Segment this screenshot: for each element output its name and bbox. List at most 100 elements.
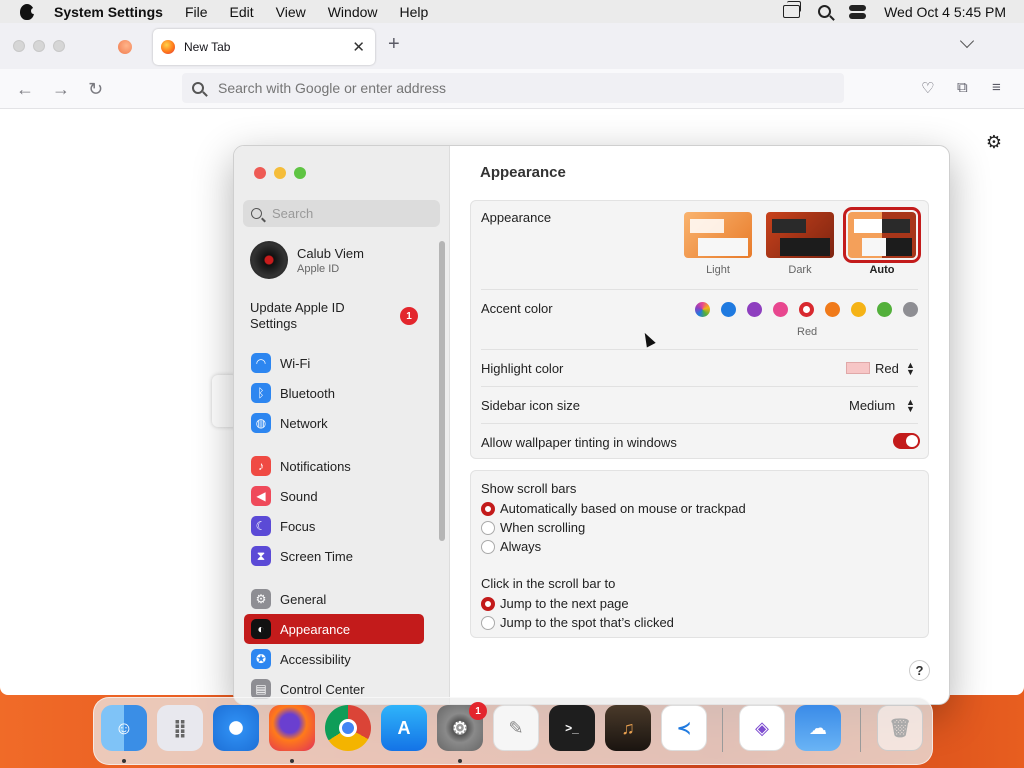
dock-firefox-icon[interactable] <box>269 705 315 751</box>
sidebar-item-notifications[interactable]: ♪ Notifications <box>244 451 424 481</box>
browser-close-button[interactable] <box>13 40 25 52</box>
highlight-color-label: Highlight color <box>481 361 564 376</box>
accent-orange-swatch[interactable] <box>825 302 840 317</box>
back-icon[interactable]: ← <box>16 79 34 100</box>
new-tab-icon[interactable]: + <box>388 33 400 56</box>
window-close-button[interactable] <box>254 167 266 179</box>
wallpaper-tint-toggle[interactable] <box>893 433 920 449</box>
menu-view[interactable]: View <box>276 4 306 20</box>
dock-visual-studio-icon[interactable]: ◈ <box>739 705 785 751</box>
dock-running-indicator <box>122 759 126 763</box>
sidebar-item-label: Network <box>280 415 328 431</box>
sidebar-item-accessibility[interactable]: ✪ Accessibility <box>244 644 424 674</box>
extensions-icon[interactable]: ⧉ <box>957 79 968 96</box>
accent-purple-swatch[interactable] <box>747 302 762 317</box>
menu-file[interactable]: File <box>185 4 208 20</box>
dock-safari-icon[interactable]: ✦ <box>213 705 259 751</box>
highlight-value[interactable]: Red <box>875 361 899 376</box>
menu-help[interactable]: Help <box>400 4 429 20</box>
page-settings-gear-icon[interactable]: ⚙ <box>986 132 1002 153</box>
radio-jump-to-spot-label[interactable]: Jump to the spot that’s clicked <box>500 615 674 630</box>
stage-manager-icon[interactable] <box>783 1 802 18</box>
sidebar-item-screen-time[interactable]: ⧗ Screen Time <box>244 541 424 571</box>
dock-launchpad-icon[interactable]: ⣿ <box>157 705 203 751</box>
appearance-light-thumbnail[interactable] <box>684 212 752 258</box>
accent-selected-name: Red <box>797 326 818 338</box>
list-tabs-chevron-icon[interactable] <box>959 33 975 49</box>
radio-automatic-label[interactable]: Automatically based on mouse or trackpad <box>500 501 746 516</box>
radio-jump-to-spot[interactable] <box>481 616 495 630</box>
menu-window[interactable]: Window <box>328 4 378 20</box>
accent-green-swatch[interactable] <box>877 302 892 317</box>
pinned-tab-icon[interactable] <box>118 40 132 54</box>
hamburger-menu-icon[interactable]: ≡ <box>992 79 1001 96</box>
appearance-auto-thumbnail[interactable] <box>843 207 921 263</box>
dock-trash-icon[interactable]: 🗑 <box>877 705 923 751</box>
scroll-bars-panel: Show scroll bars Automatically based on … <box>470 470 929 638</box>
radio-always-label[interactable]: Always <box>500 539 541 554</box>
sidebar-item-appearance[interactable]: ◐ Appearance <box>244 614 424 644</box>
sidebar-item-bluetooth[interactable]: ᛒ Bluetooth <box>244 378 424 408</box>
appearance-auto-label: Auto <box>869 264 895 276</box>
dock-separator <box>860 708 861 752</box>
dock-textedit-icon[interactable]: ✎ <box>493 705 539 751</box>
sidebar-item-focus[interactable]: ☾ Focus <box>244 511 424 541</box>
control-center-icon[interactable] <box>849 4 867 19</box>
settings-search[interactable] <box>243 200 440 227</box>
update-apple-id-settings[interactable]: Update Apple ID Settings <box>250 300 360 332</box>
spotlight-icon[interactable] <box>818 5 832 18</box>
sidebar-icon-size-stepper-icon[interactable]: ▲ ▼ <box>906 398 915 414</box>
address-input[interactable] <box>218 80 778 96</box>
menu-app-name[interactable]: System Settings <box>54 4 163 20</box>
menu-edit[interactable]: Edit <box>230 4 254 20</box>
dock-app-store-icon[interactable]: A <box>381 705 427 751</box>
window-zoom-button[interactable] <box>294 167 306 179</box>
radio-always[interactable] <box>481 540 495 554</box>
accent-graphite-swatch[interactable] <box>903 302 918 317</box>
window-minimize-button[interactable] <box>274 167 286 179</box>
radio-when-scrolling[interactable] <box>481 521 495 535</box>
accent-yellow-swatch[interactable] <box>851 302 866 317</box>
sidebar-item-network[interactable]: ◍ Network <box>244 408 424 438</box>
accent-red-swatch[interactable] <box>799 302 814 317</box>
dock-chrome-icon[interactable] <box>325 705 371 751</box>
dock-finder-icon[interactable]: ☺ <box>101 705 147 751</box>
appearance-dark-thumbnail[interactable] <box>766 212 834 258</box>
dock: ☺ ⣿ ✦ A ⚙ 1 ✎ >_ ♫ ≺ ◈ ☁ 🗑 <box>93 697 933 765</box>
sidebar-item-general[interactable]: ⚙ General <box>244 584 424 614</box>
sidebar-scrollbar[interactable] <box>439 241 445 541</box>
highlight-stepper-icon[interactable]: ▲ ▼ <box>906 361 915 377</box>
reload-icon[interactable]: ↻ <box>88 79 103 100</box>
highlight-swatch[interactable] <box>846 362 870 374</box>
address-bar[interactable] <box>182 73 844 103</box>
settings-search-input[interactable] <box>272 206 422 221</box>
sidebar-item-wifi[interactable]: ◠ Wi-Fi <box>244 348 424 378</box>
sidebar-item-sound[interactable]: ◀ Sound <box>244 481 424 511</box>
radio-automatic[interactable] <box>481 502 495 516</box>
wallpaper-tint-label: Allow wallpaper tinting in windows <box>481 435 677 450</box>
clock[interactable]: Wed Oct 4 5:45 PM <box>884 4 1006 20</box>
apple-icon[interactable] <box>20 3 36 20</box>
radio-jump-next-page-label[interactable]: Jump to the next page <box>500 596 629 611</box>
apple-id-row[interactable]: Calub Viem Apple ID <box>250 241 364 279</box>
radio-when-scrolling-label[interactable]: When scrolling <box>500 520 585 535</box>
dock-vscode-icon[interactable]: ≺ <box>661 705 707 751</box>
divider <box>481 349 918 350</box>
forward-icon[interactable]: → <box>52 79 70 100</box>
pocket-icon[interactable]: ♡ <box>921 79 934 97</box>
user-name: Calub Viem <box>297 245 364 261</box>
browser-minimize-button[interactable] <box>33 40 45 52</box>
dock-terminal-icon[interactable]: >_ <box>549 705 595 751</box>
browser-zoom-button[interactable] <box>53 40 65 52</box>
dock-garageband-icon[interactable]: ♫ <box>605 705 651 751</box>
dock-weather-icon[interactable]: ☁ <box>795 705 841 751</box>
tab-new-tab[interactable]: New Tab ✕ <box>153 29 375 65</box>
accent-blue-swatch[interactable] <box>721 302 736 317</box>
close-tab-icon[interactable]: ✕ <box>352 38 365 56</box>
accent-multicolor-swatch[interactable] <box>695 302 710 317</box>
sidebar-icon-size-value[interactable]: Medium <box>849 398 895 413</box>
dock-running-indicator <box>290 759 294 763</box>
radio-jump-next-page[interactable] <box>481 597 495 611</box>
help-button[interactable]: ? <box>909 660 930 681</box>
accent-pink-swatch[interactable] <box>773 302 788 317</box>
